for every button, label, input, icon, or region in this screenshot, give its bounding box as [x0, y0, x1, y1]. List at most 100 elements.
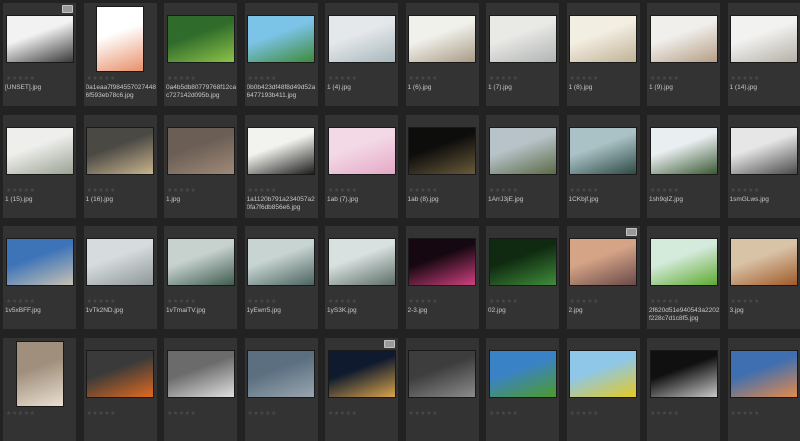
rating-stars[interactable]: ★★★★★ — [167, 299, 196, 306]
thumbnail-frame[interactable] — [486, 338, 559, 410]
rating-stars[interactable]: ★★★★★ — [650, 299, 679, 306]
rating-stars[interactable]: ★★★★★ — [570, 188, 599, 195]
thumbnail-image[interactable] — [490, 16, 556, 62]
thumbnail-image[interactable] — [409, 128, 475, 174]
rating-stars[interactable]: ★★★★★ — [409, 188, 438, 195]
rating-stars[interactable]: ★★★★★ — [570, 299, 599, 306]
thumbnail-image[interactable] — [168, 351, 234, 397]
thumbnail-cell[interactable]: ★★★★★1 (9).jpg — [647, 3, 720, 106]
thumbnail-cell[interactable]: ★★★★★0a4b5db80779768f12cac727142d095b.jp… — [164, 3, 237, 106]
thumbnail-frame[interactable] — [245, 338, 318, 410]
thumbnail-frame[interactable] — [647, 226, 720, 298]
thumbnail-cell[interactable]: ★★★★★ — [245, 338, 318, 441]
thumbnail-cell[interactable]: ★★★★★ — [647, 338, 720, 441]
thumbnail-cell[interactable]: ★★★★★2f620d51e940543a2202f228c7d1c8f5.jp… — [647, 226, 720, 329]
thumbnail-frame[interactable] — [3, 115, 76, 187]
thumbnail-image[interactable] — [87, 239, 153, 285]
thumbnail-cell[interactable]: ★★★★★02.jpg — [486, 226, 559, 329]
thumbnail-frame[interactable] — [567, 3, 640, 75]
thumbnail-image[interactable] — [570, 351, 636, 397]
thumbnail-frame[interactable] — [647, 3, 720, 75]
thumbnail-image[interactable] — [409, 16, 475, 62]
thumbnail-frame[interactable] — [325, 226, 398, 298]
thumbnail-image[interactable] — [409, 351, 475, 397]
rating-stars[interactable]: ★★★★★ — [87, 299, 116, 306]
rating-stars[interactable]: ★★★★★ — [409, 76, 438, 83]
rating-stars[interactable]: ★★★★★ — [87, 188, 116, 195]
thumbnail-image[interactable] — [570, 128, 636, 174]
thumbnail-image[interactable] — [731, 239, 797, 285]
thumbnail-frame[interactable] — [164, 338, 237, 410]
thumbnail-cell[interactable]: ★★★★★0b0b423df48f8d49d52a6477193b411.jpg — [245, 3, 318, 106]
rating-stars[interactable]: ★★★★★ — [248, 299, 277, 306]
thumbnail-cell[interactable]: ★★★★★1ab (8).jpg — [406, 115, 479, 218]
thumbnail-image[interactable] — [168, 239, 234, 285]
thumbnail-frame[interactable] — [406, 226, 479, 298]
thumbnail-cell[interactable]: ★★★★★1a1120b791a234057a20fa7f6db856e6.jp… — [245, 115, 318, 218]
thumbnail-frame[interactable] — [406, 3, 479, 75]
thumbnail-cell[interactable]: ★★★★★1.jpg — [164, 115, 237, 218]
thumbnail-cell[interactable]: ★★★★★1smGLws.jpg — [728, 115, 800, 218]
thumbnail-frame[interactable] — [84, 3, 157, 75]
rating-stars[interactable]: ★★★★★ — [167, 188, 196, 195]
thumbnail-cell[interactable]: ★★★★★ — [164, 338, 237, 441]
thumbnail-cell[interactable]: ★★★★★[UNSET].jpg — [3, 3, 76, 106]
rating-stars[interactable]: ★★★★★ — [650, 411, 679, 418]
thumbnail-cell[interactable]: ★★★★★0a1eaa7f984557027448 6f593eb78c6.jp… — [84, 3, 157, 106]
rating-stars[interactable]: ★★★★★ — [248, 76, 277, 83]
thumbnail-frame[interactable] — [567, 226, 640, 298]
thumbnail-cell[interactable]: ★★★★★ — [406, 338, 479, 441]
thumbnail-frame[interactable] — [245, 3, 318, 75]
thumbnail-cell[interactable]: ★★★★★1 (6).jpg — [406, 3, 479, 106]
rating-stars[interactable]: ★★★★★ — [650, 76, 679, 83]
thumbnail-frame[interactable] — [164, 3, 237, 75]
thumbnail-image[interactable] — [731, 16, 797, 62]
thumbnail-cell[interactable]: ★★★★★1sh9qIZ.jpg — [647, 115, 720, 218]
thumbnail-image[interactable] — [248, 239, 314, 285]
thumbnail-frame[interactable] — [245, 226, 318, 298]
rating-stars[interactable]: ★★★★★ — [6, 299, 35, 306]
thumbnail-cell[interactable]: ★★★★★1yEwrr5.jpg — [245, 226, 318, 329]
thumbnail-image[interactable] — [329, 128, 395, 174]
thumbnail-frame[interactable] — [84, 115, 157, 187]
thumbnail-image[interactable] — [490, 128, 556, 174]
thumbnail-frame[interactable] — [325, 115, 398, 187]
thumbnail-cell[interactable]: ★★★★★1v5xBFF.jpg — [3, 226, 76, 329]
thumbnail-image[interactable] — [7, 128, 73, 174]
thumbnail-frame[interactable] — [406, 115, 479, 187]
rating-stars[interactable]: ★★★★★ — [409, 411, 438, 418]
thumbnail-frame[interactable] — [486, 226, 559, 298]
thumbnail-image[interactable] — [329, 16, 395, 62]
thumbnail-image[interactable] — [329, 239, 395, 285]
thumbnail-frame[interactable] — [728, 115, 800, 187]
rating-stars[interactable]: ★★★★★ — [570, 76, 599, 83]
thumbnail-image[interactable] — [490, 239, 556, 285]
thumbnail-cell[interactable]: ★★★★★1vTmaiTV.jpg — [164, 226, 237, 329]
rating-stars[interactable]: ★★★★★ — [731, 299, 760, 306]
thumbnail-cell[interactable]: ★★★★★ — [3, 338, 76, 441]
rating-stars[interactable]: ★★★★★ — [87, 76, 116, 83]
thumbnail-image[interactable] — [731, 128, 797, 174]
thumbnail-frame[interactable] — [245, 115, 318, 187]
thumbnail-frame[interactable] — [3, 3, 76, 75]
thumbnail-cell[interactable]: ★★★★★1CKbjf.jpg — [567, 115, 640, 218]
thumbnail-cell[interactable]: ★★★★★1vTk2ND.jpg — [84, 226, 157, 329]
rating-stars[interactable]: ★★★★★ — [731, 76, 760, 83]
thumbnail-frame[interactable] — [567, 338, 640, 410]
thumbnail-frame[interactable] — [486, 115, 559, 187]
thumbnail-frame[interactable] — [3, 226, 76, 298]
thumbnail-frame[interactable] — [647, 115, 720, 187]
rating-stars[interactable]: ★★★★★ — [328, 188, 357, 195]
thumbnail-image[interactable] — [7, 16, 73, 62]
thumbnail-frame[interactable] — [325, 338, 398, 410]
thumbnail-frame[interactable] — [486, 3, 559, 75]
rating-stars[interactable]: ★★★★★ — [328, 411, 357, 418]
thumbnail-image[interactable] — [87, 128, 153, 174]
thumbnail-image[interactable] — [97, 7, 143, 71]
thumbnail-cell[interactable]: ★★★★★1 (16).jpg — [84, 115, 157, 218]
rating-stars[interactable]: ★★★★★ — [731, 411, 760, 418]
thumbnail-frame[interactable] — [406, 338, 479, 410]
thumbnail-cell[interactable]: ★★★★★2-3.jpg — [406, 226, 479, 329]
thumbnail-frame[interactable] — [325, 3, 398, 75]
thumbnail-image[interactable] — [570, 16, 636, 62]
